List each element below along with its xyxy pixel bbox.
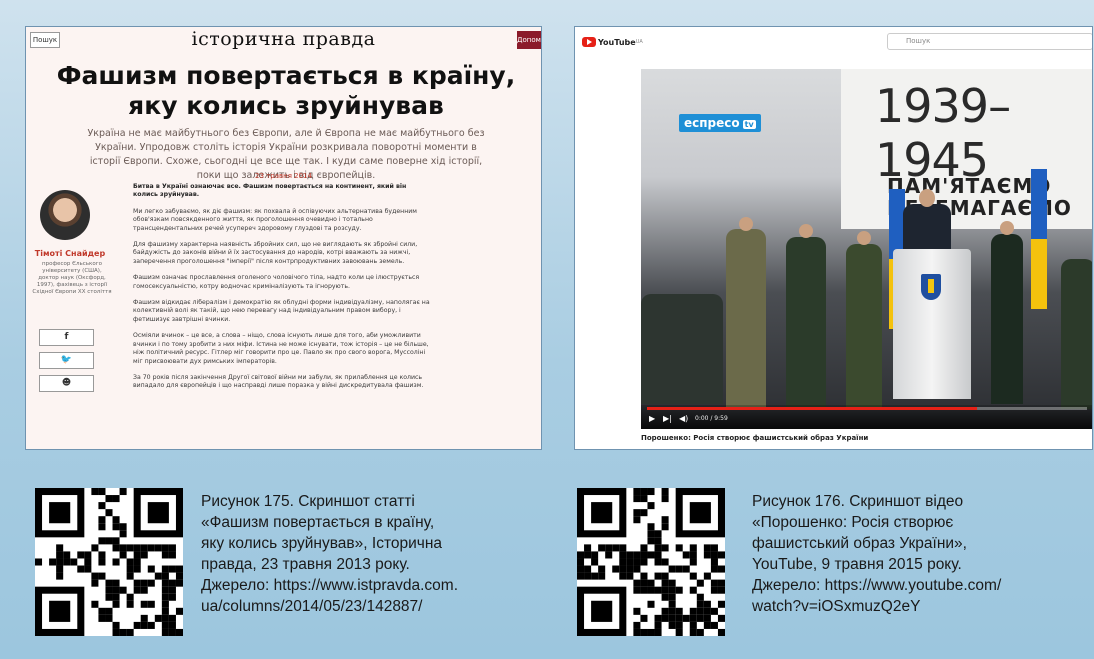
youtube-logo[interactable]: YouTube UA (582, 37, 643, 47)
podium (893, 249, 971, 399)
crowd-figures (641, 294, 723, 404)
banner-years: 1939–1945 (875, 79, 1011, 187)
caption-line: правда, 23 травня 2013 року. (201, 556, 410, 573)
caption-line: «Порошенко: Росія створює (752, 514, 954, 531)
site-logo[interactable]: історична правда (26, 28, 541, 50)
article-paragraph: Фашизм відкидає лібералізм і демократію … (133, 299, 430, 323)
video-progress-fill (647, 407, 977, 410)
figure-caption-right: Рисунок 176. Скриншот відео «Порошенко: … (752, 491, 1087, 617)
video-time: 0:00 / 9:59 (695, 415, 728, 422)
head-figure (1000, 221, 1014, 235)
head-figure (919, 189, 935, 207)
youtube-logo-text: YouTube (598, 37, 636, 47)
article-paragraph: За 70 років після закінчення Другої світ… (133, 373, 424, 390)
officer-figure (786, 237, 826, 409)
article-paragraph: Фашизм означає прославлення оголеного чо… (133, 274, 420, 290)
article-paragraph: Битва в Україні ознаючає все. Фашизм пов… (133, 183, 407, 199)
head-figure (857, 231, 871, 245)
head-figure (799, 224, 813, 238)
channel-badge-tv: tv (742, 120, 756, 129)
article-header: Пошук історична правда Допомогти (26, 27, 541, 55)
volume-icon[interactable]: ◀) (679, 414, 688, 423)
video-player[interactable]: 1939–1945 ПАМ'ЯТАЄМО ПЕРЕМАГАЄМО еспресо… (641, 69, 1092, 429)
caption-line: ua/columns/2014/05/23/142887/ (201, 598, 423, 615)
caption-line: фашистський образ України», (752, 535, 967, 552)
article-screenshot: Пошук історична правда Допомогти Фашизм … (25, 26, 542, 450)
caption-line: «Фашизм повертається в країну, (201, 514, 435, 531)
share-other-button[interactable]: ☻ (39, 375, 94, 392)
head-figure (739, 217, 753, 231)
share-facebook-button[interactable]: f (39, 329, 94, 346)
figure-caption-left: Рисунок 175. Скриншот статті «Фашизм пов… (201, 491, 536, 617)
caption-line: Рисунок 176. Скриншот відео (752, 493, 964, 510)
video-screenshot: YouTube UA Пошук 1939–1945 ПАМ'ЯТАЄМО ПЕ… (574, 26, 1093, 450)
article-date: 23 травня 2014 (255, 172, 312, 180)
caption-line: YouTube, 9 травня 2015 року. (752, 556, 962, 573)
flag-icon (1031, 169, 1047, 309)
share-twitter-button[interactable]: 🐦 (39, 352, 94, 369)
caption-line: Джерело: https://www.istpravda.com. (201, 577, 459, 594)
author-avatar (40, 190, 90, 240)
channel-badge: еспресо tv (679, 114, 761, 132)
next-icon[interactable]: ▶| (663, 414, 672, 423)
article-paragraph: Осміяли вчинок – це все, а слова – ніщо,… (133, 332, 429, 365)
article-paragraph: Для фашизму характерна наявність збройни… (133, 241, 418, 265)
guard-figure (991, 234, 1023, 404)
youtube-region: UA (635, 39, 643, 45)
channel-badge-text: еспресо (684, 116, 740, 130)
qr-code-icon (577, 488, 725, 636)
article-paragraph: Ми легко забуваємо, як діє фашизм: як по… (133, 207, 417, 232)
author-bio: професор Єльського університету (США), д… (32, 261, 112, 295)
caption-line: watch?v=iOSxmuzQ2eY (752, 598, 921, 615)
veteran-figure (1061, 259, 1092, 409)
caption-line: Рисунок 175. Скриншот статті (201, 493, 415, 510)
soldier-figure (726, 229, 766, 409)
caption-line: яку колись зруйнував», Історична (201, 535, 443, 552)
video-title[interactable]: Порошенко: Росія створює фашистський обр… (641, 434, 868, 442)
author-name[interactable]: Тімоті Снайдер (26, 249, 114, 258)
trident-icon (921, 274, 941, 300)
video-controls: ▶ ▶| ◀) 0:00 / 9:59 (641, 405, 1092, 429)
youtube-search-input[interactable]: Пошук (887, 33, 1092, 50)
video-progress-bar[interactable] (647, 407, 1087, 410)
youtube-play-icon (582, 37, 596, 47)
caption-line: Джерело: https://www.youtube.com/ (752, 577, 1002, 594)
article-body: Битва в Україні ознаючає все. Фашизм пов… (133, 183, 433, 399)
article-headline: Фашизм повертається в країну, яку колись… (56, 61, 516, 120)
play-icon[interactable]: ▶ (649, 414, 655, 423)
officer-figure (846, 244, 882, 409)
qr-code-icon (35, 488, 183, 636)
donate-button[interactable]: Допомогти (517, 31, 541, 49)
